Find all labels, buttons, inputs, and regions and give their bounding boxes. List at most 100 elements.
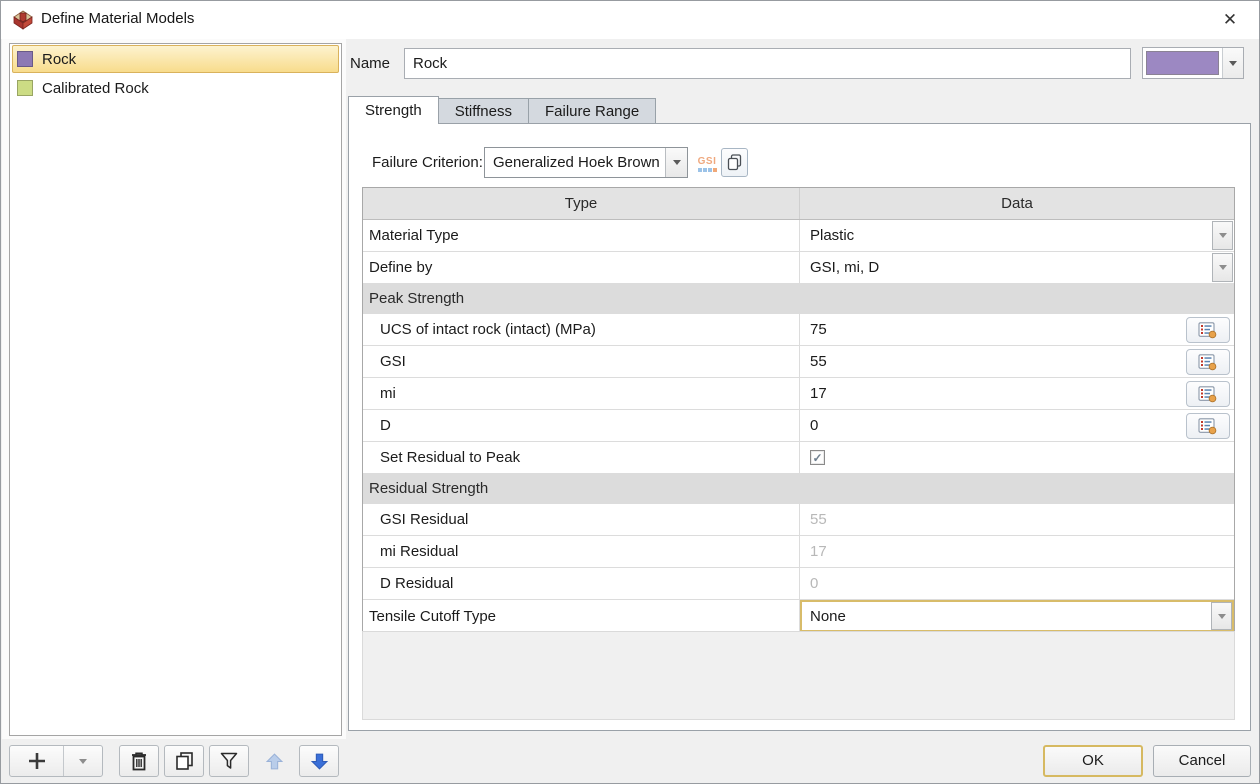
material-name-label: Calibrated Rock xyxy=(42,79,149,97)
statistics-icon xyxy=(1198,385,1217,402)
statistics-icon xyxy=(1198,417,1217,434)
gsi-chart-button[interactable]: GSI xyxy=(693,150,721,177)
property-data-value: Plastic xyxy=(810,227,855,244)
arrow-down-icon xyxy=(310,753,328,770)
table-row-mi: mi 17 xyxy=(363,378,1234,410)
table-row-set-residual-to-peak: Set Residual to Peak ✓ xyxy=(363,442,1234,474)
table-row-ucs-of-intact-rock-intact-mpa-: UCS of intact rock (intact) (MPa) 75 xyxy=(363,314,1234,346)
property-type-label: D xyxy=(363,410,800,441)
table-row-gsi-residual: GSI Residual 55 xyxy=(363,504,1234,536)
copy-material-button[interactable] xyxy=(164,745,204,777)
property-data-cell[interactable]: 17 xyxy=(800,378,1234,409)
filter-materials-button[interactable] xyxy=(209,745,249,777)
tab-stiffness[interactable]: Stiffness xyxy=(438,98,529,124)
cancel-button[interactable]: Cancel xyxy=(1153,745,1251,777)
statistics-icon xyxy=(1198,321,1217,338)
move-up-button xyxy=(254,745,294,777)
tab-strength[interactable]: Strength xyxy=(348,96,439,124)
property-type-label: mi Residual xyxy=(363,536,800,567)
filter-icon xyxy=(220,752,238,769)
material-name-label: Rock xyxy=(42,50,77,68)
chevron-down-icon xyxy=(1218,265,1227,270)
close-icon[interactable]: ✕ xyxy=(1217,7,1243,33)
statistics-button[interactable] xyxy=(1186,381,1230,407)
arrow-up-icon xyxy=(265,752,283,769)
property-type-label: D Residual xyxy=(363,568,800,599)
property-type-label: GSI Residual xyxy=(363,504,800,535)
statistics-button[interactable] xyxy=(1186,317,1230,343)
dropdown-arrow-button[interactable] xyxy=(1211,602,1232,630)
property-table-body: Material Type Plastic Define by GSI, mi, D P… xyxy=(363,220,1234,632)
dropdown-arrow-button[interactable] xyxy=(1212,221,1233,250)
table-row-material-type: Material Type Plastic xyxy=(363,220,1234,252)
property-data-cell[interactable]: 75 xyxy=(800,314,1234,345)
property-data-cell[interactable]: Plastic xyxy=(800,220,1234,251)
property-data-value: GSI, mi, D xyxy=(810,259,880,276)
tab-failure-range[interactable]: Failure Range xyxy=(528,98,657,124)
property-type-label: Material Type xyxy=(363,220,800,251)
ok-button[interactable]: OK xyxy=(1043,745,1143,777)
property-type-label: UCS of intact rock (intact) (MPa) xyxy=(363,314,800,345)
statistics-icon xyxy=(1198,353,1217,370)
copy-pages-icon xyxy=(727,154,742,171)
delete-material-button[interactable] xyxy=(119,745,159,777)
statistics-button[interactable] xyxy=(1186,349,1230,375)
property-data-cell: 17 xyxy=(800,536,1234,567)
table-row-define-by: Define by GSI, mi, D xyxy=(363,252,1234,284)
chevron-down-icon xyxy=(1218,233,1227,238)
failure-criterion-label: Failure Criterion: xyxy=(372,154,483,171)
section-header-peak-strength: Peak Strength xyxy=(363,284,1234,314)
material-color-picker[interactable] xyxy=(1142,47,1244,79)
section-header-label: Residual Strength xyxy=(369,480,489,497)
property-data-cell: 0 xyxy=(800,568,1234,599)
property-data-cell[interactable]: 0 xyxy=(800,410,1234,441)
dropdown-arrow-button[interactable] xyxy=(1212,253,1233,282)
materials-list: Rock Calibrated Rock xyxy=(9,43,342,736)
section-header-label: Peak Strength xyxy=(369,290,465,307)
copy-criterion-button[interactable] xyxy=(721,148,748,177)
add-material-button-dropdown[interactable] xyxy=(63,746,102,776)
property-data-cell[interactable]: GSI, mi, D xyxy=(800,252,1234,283)
table-row-gsi: GSI 55 xyxy=(363,346,1234,378)
table-row-tensile-cutoff-type: Tensile Cutoff Type None xyxy=(363,600,1234,632)
table-row-mi-residual: mi Residual 17 xyxy=(363,536,1234,568)
failure-criterion-select[interactable]: Generalized Hoek Brown xyxy=(484,147,688,178)
app-icon xyxy=(13,10,33,30)
property-type-label: Tensile Cutoff Type xyxy=(363,600,800,632)
table-row-d-residual: D Residual 0 xyxy=(363,568,1234,600)
material-list-item-calibrated-rock[interactable]: Calibrated Rock xyxy=(12,74,339,102)
property-data-cell[interactable]: 55 xyxy=(800,346,1234,377)
property-data-value: 17 xyxy=(810,385,827,402)
tab-strip: Strength Stiffness Failure Range xyxy=(348,96,657,124)
property-data-value: None xyxy=(810,607,846,625)
property-type-label: Define by xyxy=(363,252,800,283)
material-name-input[interactable] xyxy=(404,48,1131,79)
material-color-swatch xyxy=(17,51,33,67)
table-filler-area xyxy=(362,631,1235,720)
residual-to-peak-checkbox[interactable]: ✓ xyxy=(810,450,825,465)
gsi-icon-dots xyxy=(697,167,717,172)
title-bar: Define Material Models ✕ xyxy=(1,1,1259,39)
property-data-value: 55 xyxy=(810,353,827,370)
property-data-value: 75 xyxy=(810,321,827,338)
name-label: Name xyxy=(350,55,391,72)
statistics-button[interactable] xyxy=(1186,413,1230,439)
dialog-title: Define Material Models xyxy=(41,10,195,27)
trash-icon xyxy=(132,752,146,771)
materials-toolbar xyxy=(9,745,339,777)
material-color-swatch xyxy=(17,80,33,96)
add-material-button-main[interactable] xyxy=(10,746,63,776)
property-data-value: 0 xyxy=(810,417,819,434)
material-color-dropdown[interactable] xyxy=(1222,48,1243,78)
property-data-cell[interactable]: None xyxy=(800,600,1234,632)
property-type-label: mi xyxy=(363,378,800,409)
material-list-item-rock[interactable]: Rock xyxy=(12,45,339,73)
add-material-button[interactable] xyxy=(9,745,103,777)
section-header-residual-strength: Residual Strength xyxy=(363,474,1234,504)
move-down-button[interactable] xyxy=(299,745,339,777)
property-table-header: Type Data xyxy=(363,188,1234,220)
property-table: Type Data Material Type Plastic Define by G… xyxy=(362,187,1235,633)
chevron-down-icon xyxy=(1229,60,1237,66)
property-data-cell[interactable]: ✓ xyxy=(800,442,1234,473)
chevron-down-icon xyxy=(665,148,687,177)
